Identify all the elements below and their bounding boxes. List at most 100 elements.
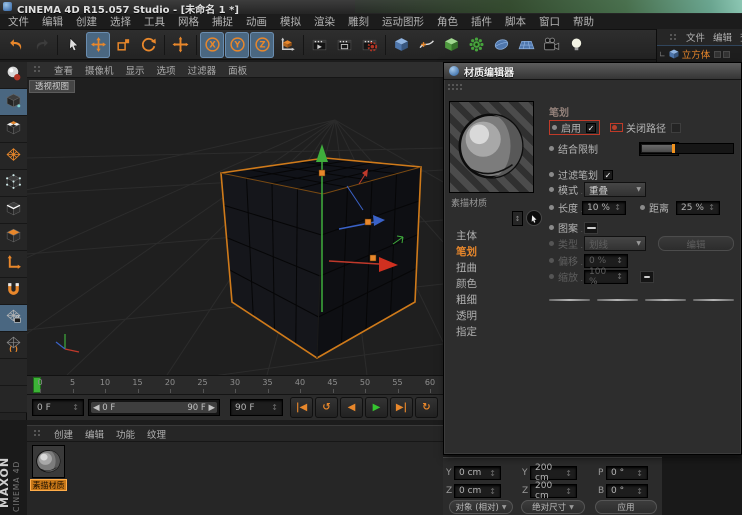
material-manager-menu-item[interactable]: 编辑 — [85, 427, 104, 441]
material-manager-menu-item[interactable]: 创建 — [54, 427, 73, 441]
viewport-menu-item[interactable]: 选项 — [157, 63, 176, 77]
menu-item[interactable]: 脚本 — [505, 14, 526, 29]
preview-size-spinner[interactable]: ↕ — [512, 211, 523, 226]
goto-start-button[interactable]: |◀ — [290, 397, 313, 418]
viewport-menu-item[interactable]: 摄像机 — [85, 63, 114, 77]
menu-item[interactable]: 窗口 — [539, 14, 560, 29]
prev-key-button[interactable]: ◀ — [340, 397, 363, 418]
spinner-icon[interactable]: ↕ — [271, 403, 278, 412]
channel-item[interactable]: 指定 — [456, 323, 477, 339]
menu-item[interactable]: 插件 — [471, 14, 492, 29]
filter-strokes-checkbox[interactable]: ✓ — [603, 170, 613, 180]
menu-item[interactable]: 模拟 — [280, 14, 301, 29]
menu-item[interactable]: 工具 — [144, 14, 165, 29]
subdivision-surface-button[interactable] — [439, 32, 463, 58]
size-field[interactable]: 200 cm↕ — [530, 484, 577, 498]
material-preview[interactable] — [449, 101, 534, 193]
frame-range-slider[interactable]: ◀ 0 F 90 F ▶ — [88, 399, 220, 416]
x-axis-lock[interactable]: X — [200, 32, 224, 58]
panel-grip[interactable] — [33, 65, 42, 74]
viewport-menu-item[interactable]: 过滤器 — [188, 63, 217, 77]
floor-button[interactable] — [514, 32, 538, 58]
menu-item[interactable]: 文件 — [8, 14, 29, 29]
render-view-button[interactable] — [307, 32, 331, 58]
object-row[interactable]: ∟ 立方体 — [657, 45, 742, 62]
size-field[interactable]: 200 cm↕ — [530, 466, 577, 480]
preview-render-icon[interactable] — [526, 210, 542, 226]
channel-item[interactable]: 颜色 — [456, 275, 477, 291]
render-picture-viewer-button[interactable] — [332, 32, 356, 58]
render-settings-button[interactable] — [357, 32, 381, 58]
apply-button[interactable]: 应用 — [595, 500, 657, 514]
polygons-mode-button[interactable] — [0, 224, 27, 251]
workplane-button[interactable] — [0, 305, 27, 332]
panel-grip[interactable] — [33, 429, 42, 438]
current-frame-field[interactable]: 0 F ↕ — [32, 399, 84, 416]
pattern-swatch[interactable] — [584, 222, 598, 234]
snap-button[interactable] — [0, 278, 27, 305]
panel-grip[interactable] — [669, 33, 678, 42]
menu-item[interactable]: 编辑 — [42, 14, 63, 29]
points-mode-button[interactable] — [0, 170, 27, 197]
menu-item[interactable]: 动画 — [246, 14, 267, 29]
enable-checkbox[interactable]: ✓ — [586, 123, 596, 133]
play-button[interactable]: ▶ — [365, 397, 388, 418]
z-axis-lock[interactable]: Z — [250, 32, 274, 58]
loop-button[interactable]: ↻ — [415, 397, 438, 418]
camera-button[interactable] — [539, 32, 563, 58]
light-button[interactable] — [564, 32, 588, 58]
menu-item[interactable]: 运动图形 — [382, 14, 424, 29]
object-manager-menu-item[interactable]: 编辑 — [713, 30, 732, 44]
edges-mode-button[interactable] — [0, 197, 27, 224]
rotation-field[interactable]: 0 °↕ — [606, 484, 648, 498]
scale-field[interactable]: 100 %↕ — [584, 270, 628, 284]
scale-swatch[interactable] — [640, 271, 654, 283]
channel-item[interactable]: 扭曲 — [456, 259, 477, 275]
position-field[interactable]: 0 cm↕ — [454, 484, 501, 498]
enable-axis-button[interactable] — [0, 251, 27, 278]
material-manager-menu-item[interactable]: 功能 — [116, 427, 135, 441]
scale-tool[interactable] — [111, 32, 135, 58]
menu-item[interactable]: 帮助 — [573, 14, 594, 29]
viewport-menu-item[interactable]: 面板 — [228, 63, 247, 77]
rotation-field[interactable]: 0 °↕ — [606, 466, 648, 480]
spinner-icon[interactable]: ↕ — [72, 403, 79, 412]
last-used-tool[interactable] — [168, 32, 192, 58]
object-manager-menu-item[interactable]: 文件 — [686, 30, 705, 44]
menu-item[interactable]: 角色 — [437, 14, 458, 29]
end-frame-field[interactable]: 90 F ↕ — [230, 399, 283, 416]
redo-button[interactable] — [29, 32, 53, 58]
viewport-canvas[interactable] — [27, 62, 443, 375]
coordinate-mode-dropdown[interactable]: 对象 (相对)▼ — [449, 500, 513, 514]
make-editable-button[interactable] — [0, 89, 27, 116]
slider-handle[interactable] — [672, 144, 675, 153]
edit-pattern-button[interactable]: 编辑 — [658, 236, 734, 251]
panel-grip[interactable] — [447, 83, 463, 91]
lock-workplane-button[interactable]: ( ) — [0, 332, 27, 359]
object-state-toggles[interactable] — [714, 51, 730, 58]
mode-dropdown[interactable]: 重叠▼ — [584, 182, 646, 197]
size-mode-dropdown[interactable]: 绝对尺寸▼ — [521, 500, 585, 514]
texture-mode-button[interactable] — [0, 116, 27, 143]
timeline-ruler[interactable]: 051015202530354045505560 — [27, 375, 443, 394]
viewport-menu-item[interactable]: 查看 — [54, 63, 73, 77]
deformer-button[interactable] — [489, 32, 513, 58]
rotate-tool[interactable] — [136, 32, 160, 58]
play-reverse-button[interactable]: ↺ — [315, 397, 338, 418]
title-bar[interactable]: CINEMA 4D R15.057 Studio - [未命名 1 *] — [0, 0, 742, 14]
viewport-filter-button[interactable] — [0, 359, 27, 386]
material-thumbnail-label[interactable]: 素描材质 — [30, 479, 67, 491]
channel-item[interactable]: 透明 — [456, 307, 477, 323]
sculpt-tool[interactable] — [0, 62, 27, 89]
menu-item[interactable]: 渲染 — [314, 14, 335, 29]
channel-item[interactable]: 粗细 — [456, 291, 477, 307]
y-axis-lock[interactable]: Y — [225, 32, 249, 58]
menu-item[interactable]: 网格 — [178, 14, 199, 29]
close-path-checkbox[interactable]: ✓ — [671, 123, 681, 133]
viewport-menu-item[interactable]: 显示 — [126, 63, 145, 77]
uv-mode-button[interactable] — [0, 143, 27, 170]
combine-limit-slider[interactable] — [640, 143, 734, 154]
channel-item[interactable]: 笔划 — [456, 243, 477, 259]
move-tool[interactable] — [86, 32, 110, 58]
position-field[interactable]: 0 cm↕ — [454, 466, 501, 480]
